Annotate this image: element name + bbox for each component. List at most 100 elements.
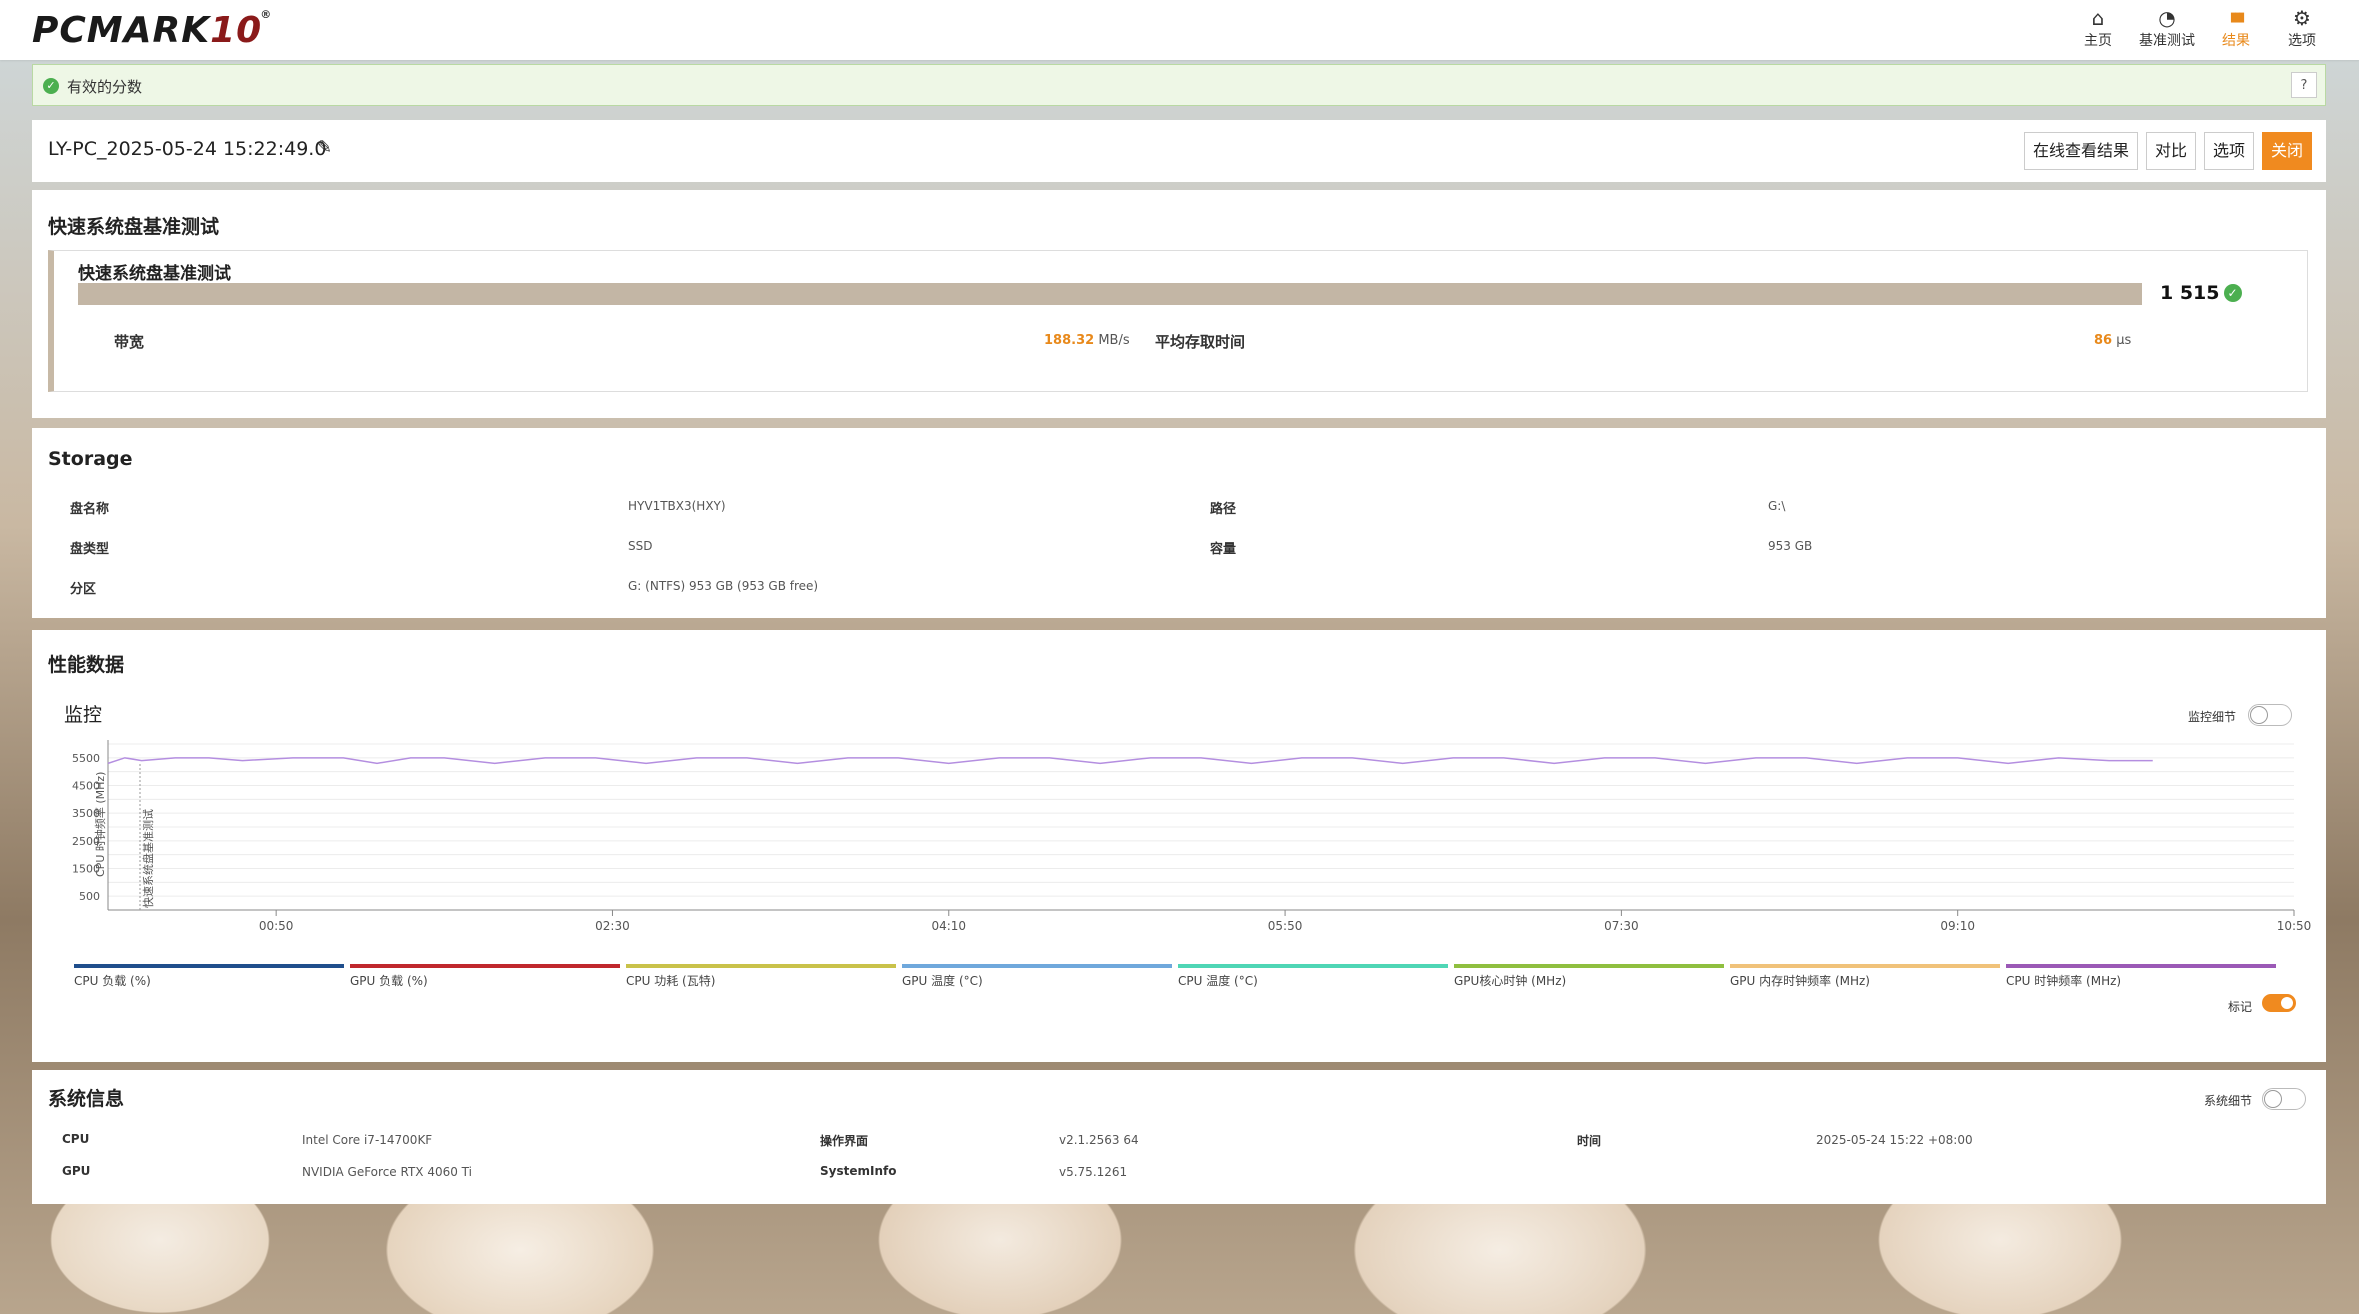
legend-swatch (1178, 964, 1448, 968)
drive-name-value: HYV1TBX3(HXY) (628, 499, 726, 513)
drive-type-label: 盘类型 (70, 542, 110, 557)
legend-label: GPU 温度 (°C) (902, 974, 983, 988)
access-time-number: 86 (2094, 333, 2113, 348)
legend-item[interactable]: CPU 温度 (°C) (1178, 964, 1448, 989)
systeminfo-value: v5.75.1261 (1059, 1165, 1128, 1179)
storage-title: Storage (48, 448, 133, 470)
valid-score-text: 有效的分数 (67, 78, 143, 96)
check-circle-icon: ✓ (43, 78, 59, 94)
marker-toggle-label: 标记 (2228, 1000, 2253, 1014)
legend-item[interactable]: CPU 负载 (%) (74, 964, 344, 989)
system-details-toggle[interactable] (2262, 1088, 2306, 1110)
legend-label: GPU核心时钟 (MHz) (1454, 974, 1567, 988)
legend-item[interactable]: CPU 时钟频率 (MHz) (2006, 964, 2276, 989)
marker-toggle[interactable] (2262, 994, 2296, 1012)
path-value: G:\ (1768, 499, 1786, 513)
legend-label: CPU 温度 (°C) (1178, 974, 1258, 988)
legend-label: CPU 时钟频率 (MHz) (2006, 974, 2122, 988)
close-button[interactable]: 关闭 (2262, 132, 2312, 170)
legend-swatch (2006, 964, 2276, 968)
gpu-label: GPU (62, 1164, 91, 1178)
gauge-icon: ◔ (2158, 6, 2176, 30)
interface-value: v2.1.2563 64 (1059, 1133, 1139, 1147)
legend-swatch (1454, 964, 1724, 968)
x-tick-label: 04:10 (931, 919, 966, 933)
view-online-button[interactable]: 在线查看结果 (2024, 132, 2138, 170)
result-options-button[interactable]: 选项 (2204, 132, 2254, 170)
logo-text: PCMARK (32, 10, 211, 51)
bandwidth-label: 带宽 (114, 333, 145, 351)
path-label: 路径 (1210, 502, 1237, 517)
time-label: 时间 (1577, 1134, 1602, 1148)
nav-results[interactable]: ▮▮▮ 结果 (2203, 6, 2269, 50)
chart-x-ticks: 00:50 02:30 04:10 05:50 07:30 09:10 10:50 (259, 910, 2311, 933)
legend-item[interactable]: GPU 温度 (°C) (902, 964, 1172, 989)
monitor-details-toggle[interactable] (2248, 704, 2292, 726)
check-circle-icon: ✓ (2223, 284, 2242, 302)
legend-swatch (626, 964, 896, 968)
legend-item[interactable]: GPU 负载 (%) (350, 964, 620, 989)
storage-section: Storage 盘名称 HYV1TBX3(HXY) 路径 G:\ 盘类型 SSD… (32, 428, 2326, 618)
toggle-knob (2264, 1090, 2282, 1108)
legend-label: CPU 负载 (%) (74, 974, 151, 988)
legend-label: GPU 内存时钟频率 (MHz) (1730, 974, 1870, 988)
result-title-bar: LY-PC_2025-05-24 15:22:49.0 ✎ 在线查看结果 对比 … (32, 120, 2326, 182)
nav-home[interactable]: ⌂ 主页 (2065, 6, 2131, 50)
benchmark-section-title: 快速系统盘基准测试 (48, 216, 220, 238)
capacity-value: 953 GB (1768, 539, 1813, 553)
logo-registered: ® (260, 8, 273, 21)
x-tick-label: 09:10 (1940, 919, 1975, 933)
x-tick-label: 05:50 (1268, 919, 1303, 933)
main-nav: ⌂ 主页 ◔ 基准测试 ▮▮▮ 结果 ⚙ 选项 (2065, 6, 2335, 50)
access-time-unit: μs (2116, 333, 2132, 348)
legend-item[interactable]: GPU核心时钟 (MHz) (1454, 964, 1724, 989)
nav-home-label: 主页 (2084, 33, 2112, 49)
toggle-knob (2280, 996, 2294, 1010)
nav-options[interactable]: ⚙ 选项 (2269, 6, 2335, 50)
x-tick-label: 10:50 (2277, 919, 2312, 933)
legend-swatch (350, 964, 620, 968)
drive-type-value: SSD (628, 539, 653, 553)
performance-section: 性能数据 监控 监控细节 500 1500 2500 3500 4500 5500 00:… (32, 630, 2326, 1062)
drive-name-label: 盘名称 (70, 502, 110, 517)
x-tick-label: 07:30 (1604, 919, 1639, 933)
benchmark-card: 快速系统盘基准测试 1 515 ✓ 带宽 188.32 MB/s 平均存取时间 8… (48, 250, 2308, 392)
nav-results-label: 结果 (2222, 33, 2250, 49)
monitor-title: 监控 (64, 704, 103, 726)
legend-item[interactable]: CPU 功耗 (瓦特) (626, 964, 896, 989)
gpu-value: NVIDIA GeForce RTX 4060 Ti (302, 1165, 472, 1179)
chart-grid (107, 740, 2294, 911)
gear-icon: ⚙ (2293, 6, 2311, 30)
logo-number: 10 (210, 10, 263, 51)
access-time-label: 平均存取时间 (1155, 333, 1246, 351)
chart-marker-label: 快速系统盘基准测试 (141, 809, 155, 908)
system-info-title: 系统信息 (48, 1088, 125, 1110)
legend-swatch (902, 964, 1172, 968)
performance-title: 性能数据 (48, 654, 125, 676)
system-info-section: 系统信息 系统细节 CPU Intel Core i7-14700KF 操作界面… (32, 1070, 2326, 1204)
access-time-value: 86 μs (2094, 333, 2131, 348)
valid-score-banner: ✓ 有效的分数 ? (32, 64, 2326, 106)
legend-label: CPU 功耗 (瓦特) (626, 974, 716, 988)
nav-benchmarks[interactable]: ◔ 基准测试 (2131, 6, 2203, 50)
monitor-details-label: 监控细节 (2188, 710, 2237, 724)
legend-swatch (74, 964, 344, 968)
bar-chart-icon: ▮▮▮ (2229, 10, 2245, 25)
nav-benchmarks-label: 基准测试 (2139, 33, 2195, 49)
home-icon: ⌂ (2091, 6, 2105, 30)
capacity-label: 容量 (1210, 542, 1237, 557)
cpu-label: CPU (62, 1132, 90, 1146)
systeminfo-label: SystemInfo (820, 1164, 897, 1178)
cpu-value: Intel Core i7-14700KF (302, 1133, 433, 1147)
compare-button[interactable]: 对比 (2146, 132, 2196, 170)
edit-pencil-icon[interactable]: ✎ (317, 137, 332, 158)
monitoring-chart: 50015002500350045005500 00:50 02:30 04:10 0… (72, 740, 2311, 933)
bandwidth-number: 188.32 (1044, 333, 1095, 348)
help-button[interactable]: ? (2291, 72, 2317, 98)
nav-options-label: 选项 (2288, 33, 2316, 49)
legend-swatch (1730, 964, 2000, 968)
legend-item[interactable]: GPU 内存时钟频率 (MHz) (1730, 964, 2000, 989)
chart-y-label: CPU 时钟频率 (MHz) (93, 772, 107, 877)
legend-label: GPU 负载 (%) (350, 974, 428, 988)
bandwidth-unit: MB/s (1098, 333, 1130, 348)
